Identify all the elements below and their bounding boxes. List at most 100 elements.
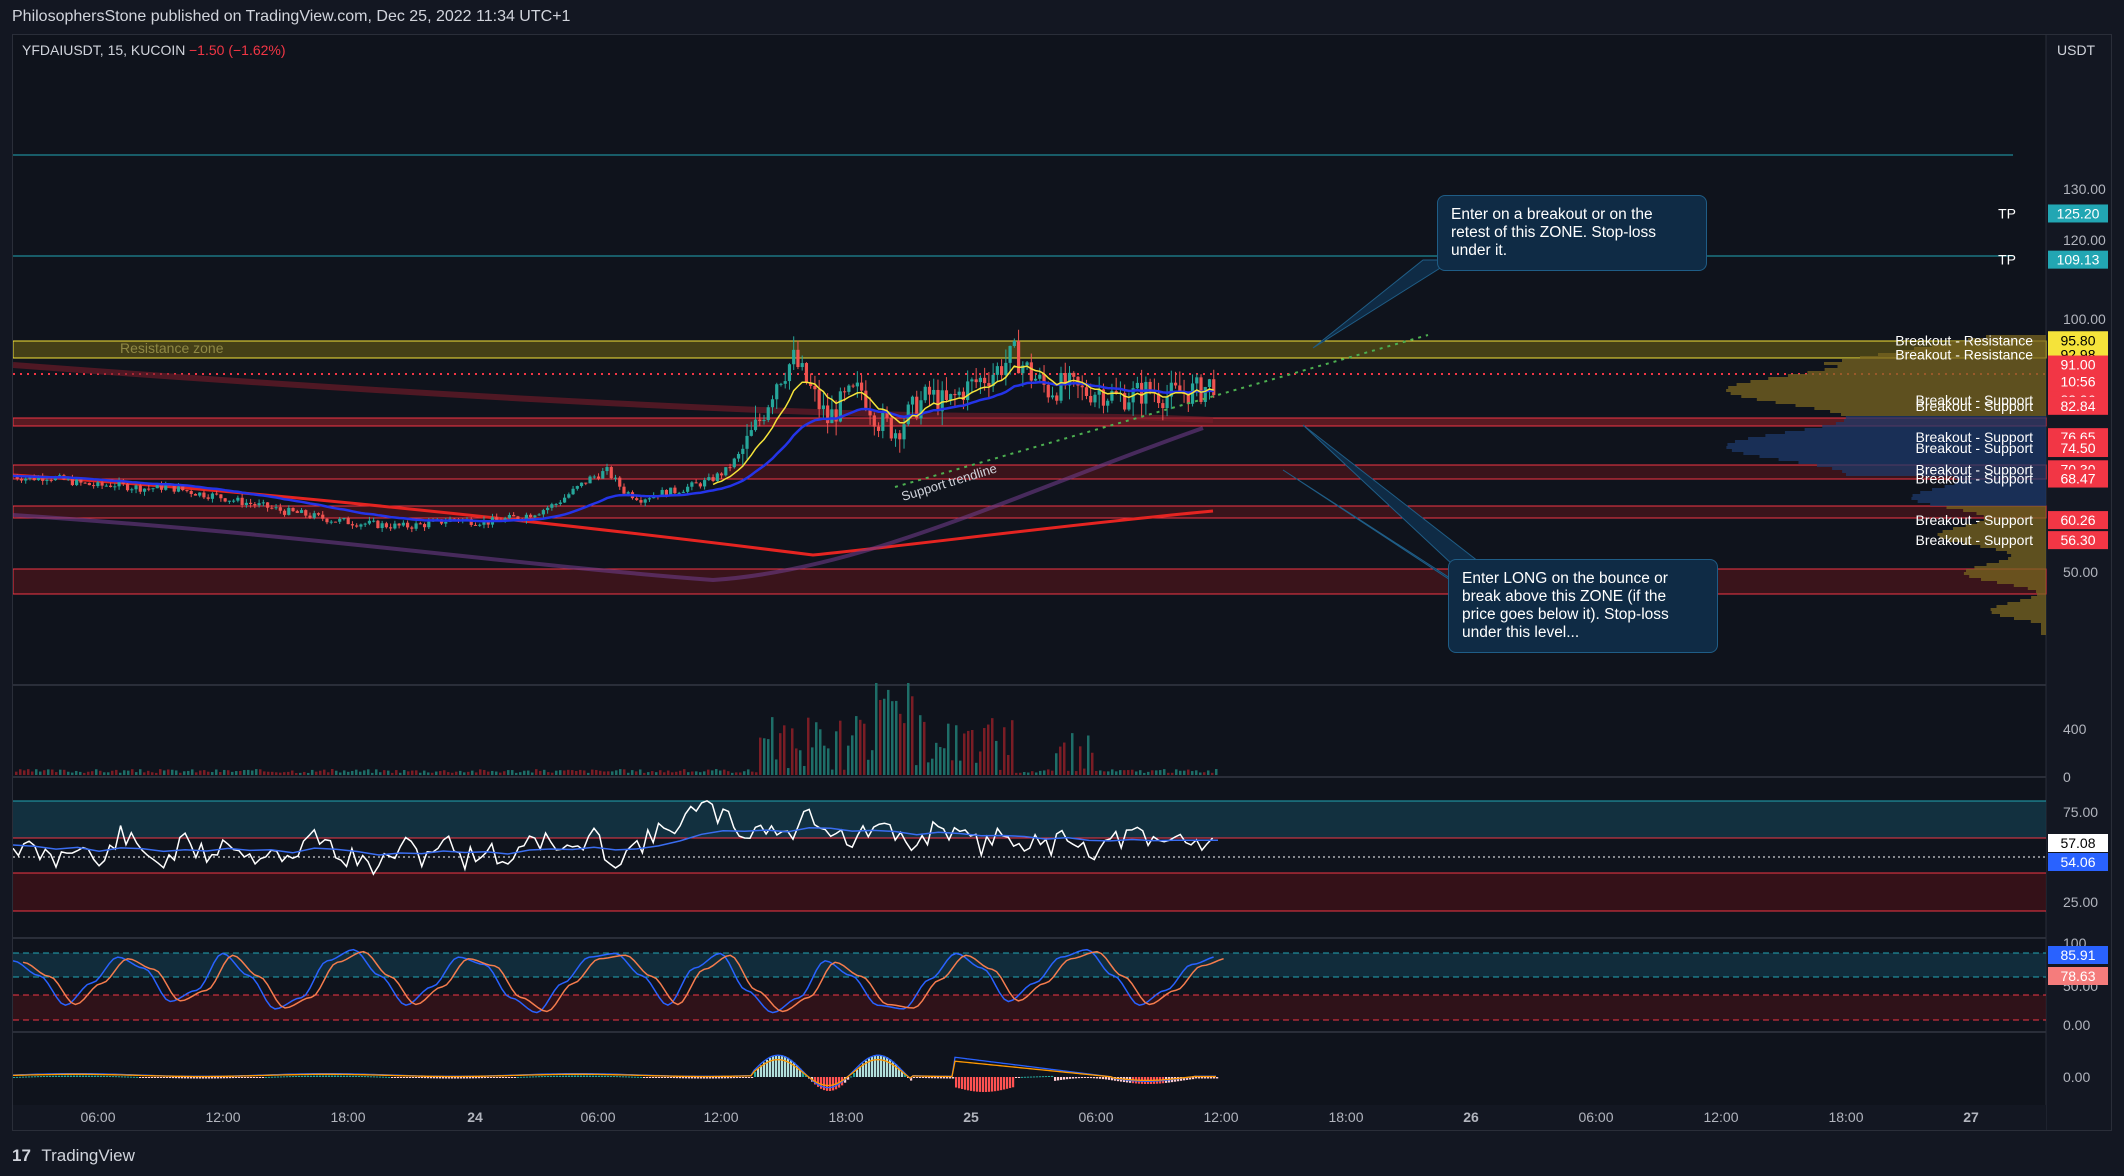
volume-bar — [243, 770, 246, 775]
macd-bar — [526, 1076, 529, 1078]
volume-profile-bar — [1787, 374, 2046, 377]
candle-body — [125, 483, 130, 491]
macd-bar — [49, 1075, 52, 1077]
macd-bar — [565, 1075, 568, 1077]
macd-bar — [64, 1075, 67, 1077]
volume-profile-bar — [2008, 557, 2046, 560]
macd-bar — [346, 1075, 349, 1077]
candle-body — [1165, 396, 1169, 409]
volume-bar — [239, 771, 242, 775]
macd-bar — [358, 1075, 361, 1077]
candle-body — [1140, 382, 1144, 404]
volume-bar — [223, 769, 226, 775]
volume-bar — [387, 770, 390, 775]
macd-bar — [157, 1077, 160, 1078]
macd-bar — [922, 1077, 925, 1079]
volume-bar — [703, 771, 706, 775]
candle-body — [108, 485, 113, 487]
candle-body — [779, 383, 783, 385]
volume-bar — [375, 769, 378, 775]
volume-bar — [435, 771, 438, 775]
macd-bar — [1021, 1076, 1024, 1078]
candle-body — [970, 379, 974, 382]
candle-body — [104, 485, 108, 487]
chart-svg[interactable]: Resistance zone Support trendline TP 125.… — [11, 35, 2111, 1131]
macd-bar — [82, 1075, 85, 1077]
volume-bar — [183, 771, 186, 775]
candle-body — [325, 518, 329, 523]
volume-bar — [99, 770, 102, 775]
macd-bar — [1087, 1077, 1090, 1079]
candle-body — [567, 494, 571, 498]
level-label: Breakout - Support — [1915, 471, 2033, 487]
macd-bar — [172, 1077, 175, 1079]
candle-body — [295, 511, 299, 513]
chart-container[interactable]: Resistance zone Support trendline TP 125.… — [11, 34, 2112, 1131]
macd-bar — [1015, 1077, 1018, 1078]
candle-body — [647, 498, 652, 500]
macd-bar — [298, 1075, 301, 1077]
macd-bar — [226, 1077, 229, 1079]
macd-bar — [229, 1077, 232, 1079]
candle-body — [92, 485, 96, 487]
macd-bar — [31, 1076, 34, 1078]
macd-bar — [367, 1076, 370, 1078]
candle-body — [817, 389, 821, 410]
macd-bar — [406, 1077, 409, 1078]
macd-bar — [742, 1077, 745, 1078]
volume-bar — [251, 770, 254, 775]
macd-bar — [13, 1077, 16, 1078]
time-tick: 27 — [1963, 1109, 1979, 1125]
candle-body — [189, 491, 193, 494]
volume-bar — [667, 770, 670, 775]
macd-bar — [511, 1077, 514, 1078]
macd-bar — [97, 1075, 100, 1077]
macd-bar — [1084, 1077, 1087, 1079]
candle-body — [596, 476, 601, 479]
macd-bar — [232, 1077, 235, 1079]
candle-body — [265, 502, 270, 508]
candle-body — [592, 476, 596, 478]
candle-body — [957, 391, 961, 396]
candle-body — [741, 448, 745, 454]
volume-bar — [1151, 770, 1154, 775]
volume-bar — [507, 770, 510, 775]
macd-bar — [505, 1077, 508, 1078]
candle-body — [19, 478, 24, 481]
macd-bar — [151, 1077, 154, 1078]
volume-bar — [515, 772, 518, 775]
candle-body — [516, 516, 520, 520]
macd-bar — [109, 1075, 112, 1077]
macd-bar — [379, 1076, 382, 1078]
volume-bar — [763, 738, 766, 775]
volume-profile-bar — [1736, 383, 2046, 386]
macd-bar — [460, 1077, 463, 1079]
macd-bar — [850, 1076, 853, 1078]
rsi-tick: 75.00 — [2063, 804, 2098, 820]
volume-bar — [823, 745, 826, 775]
candle-body — [715, 473, 719, 482]
time-tick: 18:00 — [330, 1109, 365, 1125]
macd-bar — [331, 1075, 334, 1077]
volume-profile-bar — [2030, 620, 2046, 623]
volume-bar — [19, 769, 22, 775]
footer-branding[interactable]: 17 TradingView — [12, 1140, 135, 1172]
volume-bar — [751, 771, 754, 775]
volume-bar — [171, 769, 174, 775]
macd-bar — [19, 1076, 22, 1078]
macd-bar — [622, 1076, 625, 1078]
volume-bar — [1179, 770, 1182, 775]
volume-bar — [555, 770, 558, 775]
macd-bar — [571, 1075, 574, 1077]
level-label: Breakout - Support — [1915, 532, 2033, 548]
volume-profile-bar — [1996, 605, 2046, 608]
volume-bar — [595, 769, 598, 775]
macd-bar — [1204, 1077, 1207, 1079]
candle-body — [393, 523, 397, 529]
macd-bar — [754, 1071, 757, 1077]
macd-bar — [430, 1077, 433, 1079]
macd-bar — [535, 1076, 538, 1078]
macd-bar — [343, 1075, 346, 1077]
macd-bar — [364, 1076, 367, 1078]
volume-bar — [607, 771, 610, 775]
